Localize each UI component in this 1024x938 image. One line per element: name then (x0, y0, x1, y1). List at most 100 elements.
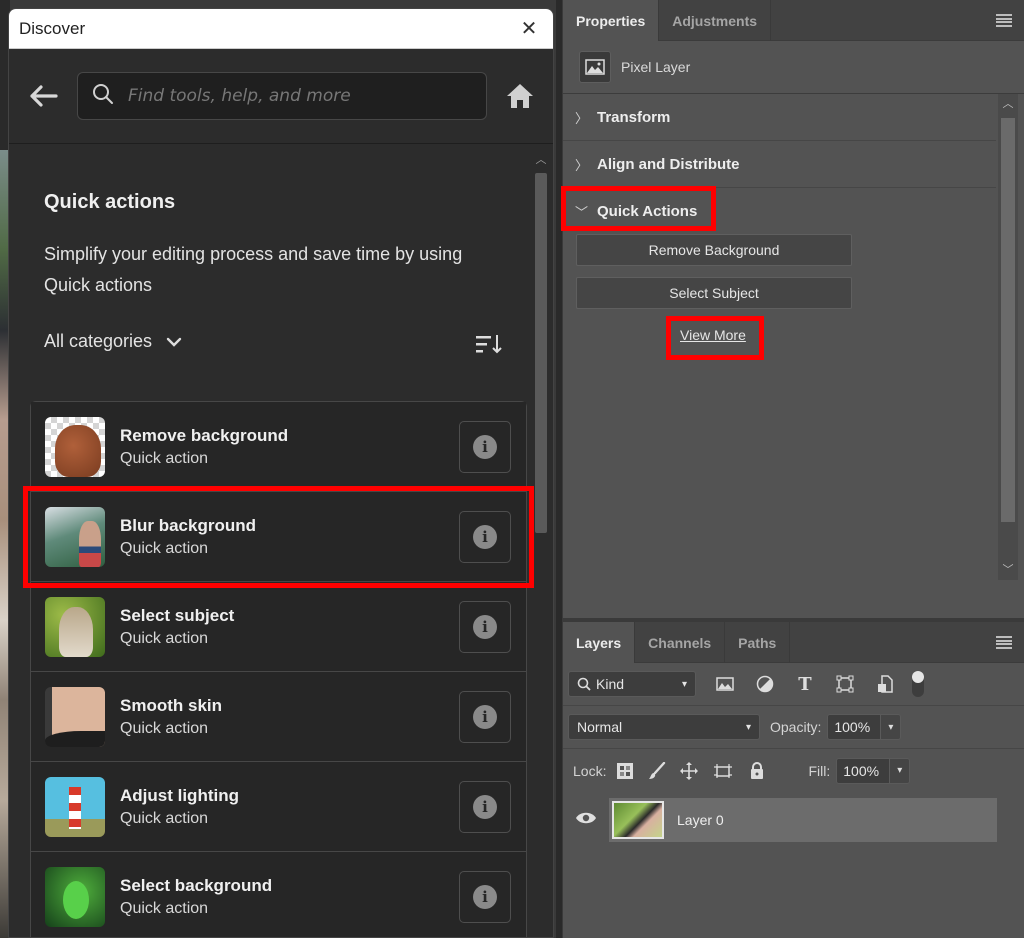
lock-position-icon[interactable] (676, 758, 702, 784)
chevron-down-icon (166, 337, 182, 347)
filter-pixel-icon[interactable] (708, 671, 742, 697)
info-button[interactable]: i (459, 420, 511, 473)
select-subject-button[interactable]: Select Subject (576, 277, 852, 309)
remove-background-button[interactable]: Remove Background (576, 234, 852, 266)
face-thumbnail (45, 686, 105, 747)
fill-value[interactable]: 100% (837, 758, 890, 783)
pixel-layer-icon (579, 51, 611, 83)
info-icon: i (473, 794, 497, 819)
tab-channels[interactable]: Channels (635, 622, 726, 663)
properties-scrollbar[interactable]: ︿ ﹀ (998, 94, 1018, 580)
info-icon: i (473, 614, 497, 639)
chevron-down-icon[interactable]: ▾ (889, 758, 910, 783)
lock-transparent-pixels-icon[interactable] (612, 758, 638, 784)
close-icon[interactable]: ✕ (519, 16, 539, 41)
discover-panel: Discover ✕ ︿ Quick actions Sim (8, 8, 554, 938)
info-button[interactable]: i (459, 600, 511, 653)
info-button[interactable]: i (459, 690, 511, 743)
section-label: Transform (597, 108, 671, 126)
discover-search-input[interactable] (128, 86, 472, 106)
item-subtitle: Quick action (120, 539, 209, 557)
app-root: Discover ✕ ︿ Quick actions Sim (0, 0, 1024, 938)
layers-panel: Layers Channels Paths Kind ▾ T Normal ▾ … (562, 622, 1024, 938)
scroll-up-icon[interactable]: ︿ (533, 151, 549, 167)
search-icon (577, 677, 591, 691)
layer-row[interactable]: Layer 0 (609, 798, 997, 842)
item-title: Smooth skin (120, 695, 223, 715)
chevron-down-icon: ▾ (745, 721, 751, 733)
item-title: Select background (120, 875, 273, 895)
category-label: All categories (44, 331, 153, 351)
quick-actions-description: Simplify your editing process and save t… (44, 244, 463, 295)
filter-toggle[interactable] (908, 671, 928, 697)
pixel-layer-label: Pixel Layer (621, 59, 691, 75)
visibility-eye-icon[interactable] (575, 810, 597, 830)
filter-type-icon[interactable]: T (788, 671, 822, 697)
dog-thumbnail (45, 416, 105, 477)
home-icon[interactable] (505, 81, 535, 111)
scrollbar-thumb[interactable] (535, 173, 547, 533)
section-quick-actions[interactable]: ﹀ Quick Actions (563, 188, 996, 235)
tab-layers[interactable]: Layers (563, 622, 636, 663)
list-item-select-subject[interactable]: Select subject Quick action i (31, 582, 526, 672)
back-arrow-icon[interactable] (29, 81, 59, 111)
scroll-up-icon[interactable]: ︿ (998, 94, 1018, 114)
lock-label: Lock: (573, 762, 607, 779)
filter-adjustment-icon[interactable] (748, 671, 782, 697)
blend-opacity-row: Normal ▾ Opacity: 100% ▾ (563, 706, 1024, 749)
fill-input[interactable]: 100% ▾ (836, 757, 911, 784)
lock-all-icon[interactable] (744, 758, 770, 784)
filter-smart-object-icon[interactable] (868, 671, 902, 697)
tab-paths[interactable]: Paths (725, 622, 791, 663)
blend-mode-value: Normal (577, 719, 623, 735)
woman-profile-thumbnail (45, 506, 105, 567)
scrollbar-thumb[interactable] (1001, 118, 1015, 522)
info-button[interactable]: i (459, 510, 511, 563)
item-subtitle: Quick action (120, 899, 209, 917)
lock-image-pixels-icon[interactable] (644, 758, 670, 784)
filter-shape-icon[interactable] (828, 671, 862, 697)
list-item-smooth-skin[interactable]: Smooth skin Quick action i (31, 672, 526, 762)
filter-kind-select[interactable]: Kind ▾ (568, 671, 696, 697)
blend-mode-select[interactable]: Normal ▾ (568, 714, 760, 740)
scroll-down-icon[interactable]: ﹀ (998, 560, 1018, 580)
opacity-input[interactable]: 100% ▾ (827, 714, 902, 740)
sort-icon[interactable] (475, 333, 503, 355)
list-item-select-background[interactable]: Select background Quick action i (31, 852, 526, 937)
info-button[interactable]: i (459, 780, 511, 833)
layers-tabbar: Layers Channels Paths (563, 622, 1024, 663)
chevron-right-icon: 〉 (575, 110, 589, 126)
discover-scrollbar[interactable]: ︿ (533, 151, 549, 937)
chevron-down-icon: ﹀ (575, 205, 589, 220)
parrot-thumbnail (45, 866, 105, 927)
item-title: Remove background (120, 425, 289, 445)
discover-titlebar: Discover ✕ (9, 9, 553, 49)
chevron-down-icon: ▾ (681, 678, 687, 690)
view-more-link[interactable]: View More (680, 327, 746, 343)
list-item-blur-background[interactable]: Blur background Quick action i (31, 492, 526, 582)
item-subtitle: Quick action (120, 629, 209, 647)
lock-fill-row: Lock: Fill: 100% ▾ (563, 749, 1024, 792)
item-subtitle: Quick action (120, 809, 209, 827)
info-icon: i (473, 884, 497, 909)
opacity-value[interactable]: 100% (828, 715, 881, 739)
item-subtitle: Quick action (120, 719, 209, 737)
tab-adjustments[interactable]: Adjustments (659, 0, 772, 41)
pixel-layer-row: Pixel Layer (563, 41, 1024, 94)
chevron-down-icon[interactable]: ▾ (880, 715, 901, 739)
layer-filter-row: Kind ▾ T (563, 663, 1024, 706)
discover-title: Discover (19, 18, 86, 38)
lock-artboard-icon[interactable] (708, 758, 738, 784)
list-item-remove-background[interactable]: Remove background Quick action i (31, 402, 526, 492)
info-icon: i (473, 434, 497, 459)
info-button[interactable]: i (459, 870, 511, 923)
tab-properties[interactable]: Properties (563, 0, 660, 41)
section-transform[interactable]: 〉 Transform (563, 94, 996, 141)
section-align-distribute[interactable]: 〉 Align and Distribute (563, 141, 996, 188)
quick-actions-list: Remove background Quick action i Blur bac… (30, 401, 527, 937)
panel-menu-icon[interactable] (996, 14, 1012, 27)
panel-menu-icon[interactable] (996, 636, 1012, 649)
category-dropdown[interactable]: All categories (44, 331, 182, 352)
list-item-adjust-lighting[interactable]: Adjust lighting Quick action i (31, 762, 526, 852)
discover-search-box[interactable] (77, 72, 487, 120)
